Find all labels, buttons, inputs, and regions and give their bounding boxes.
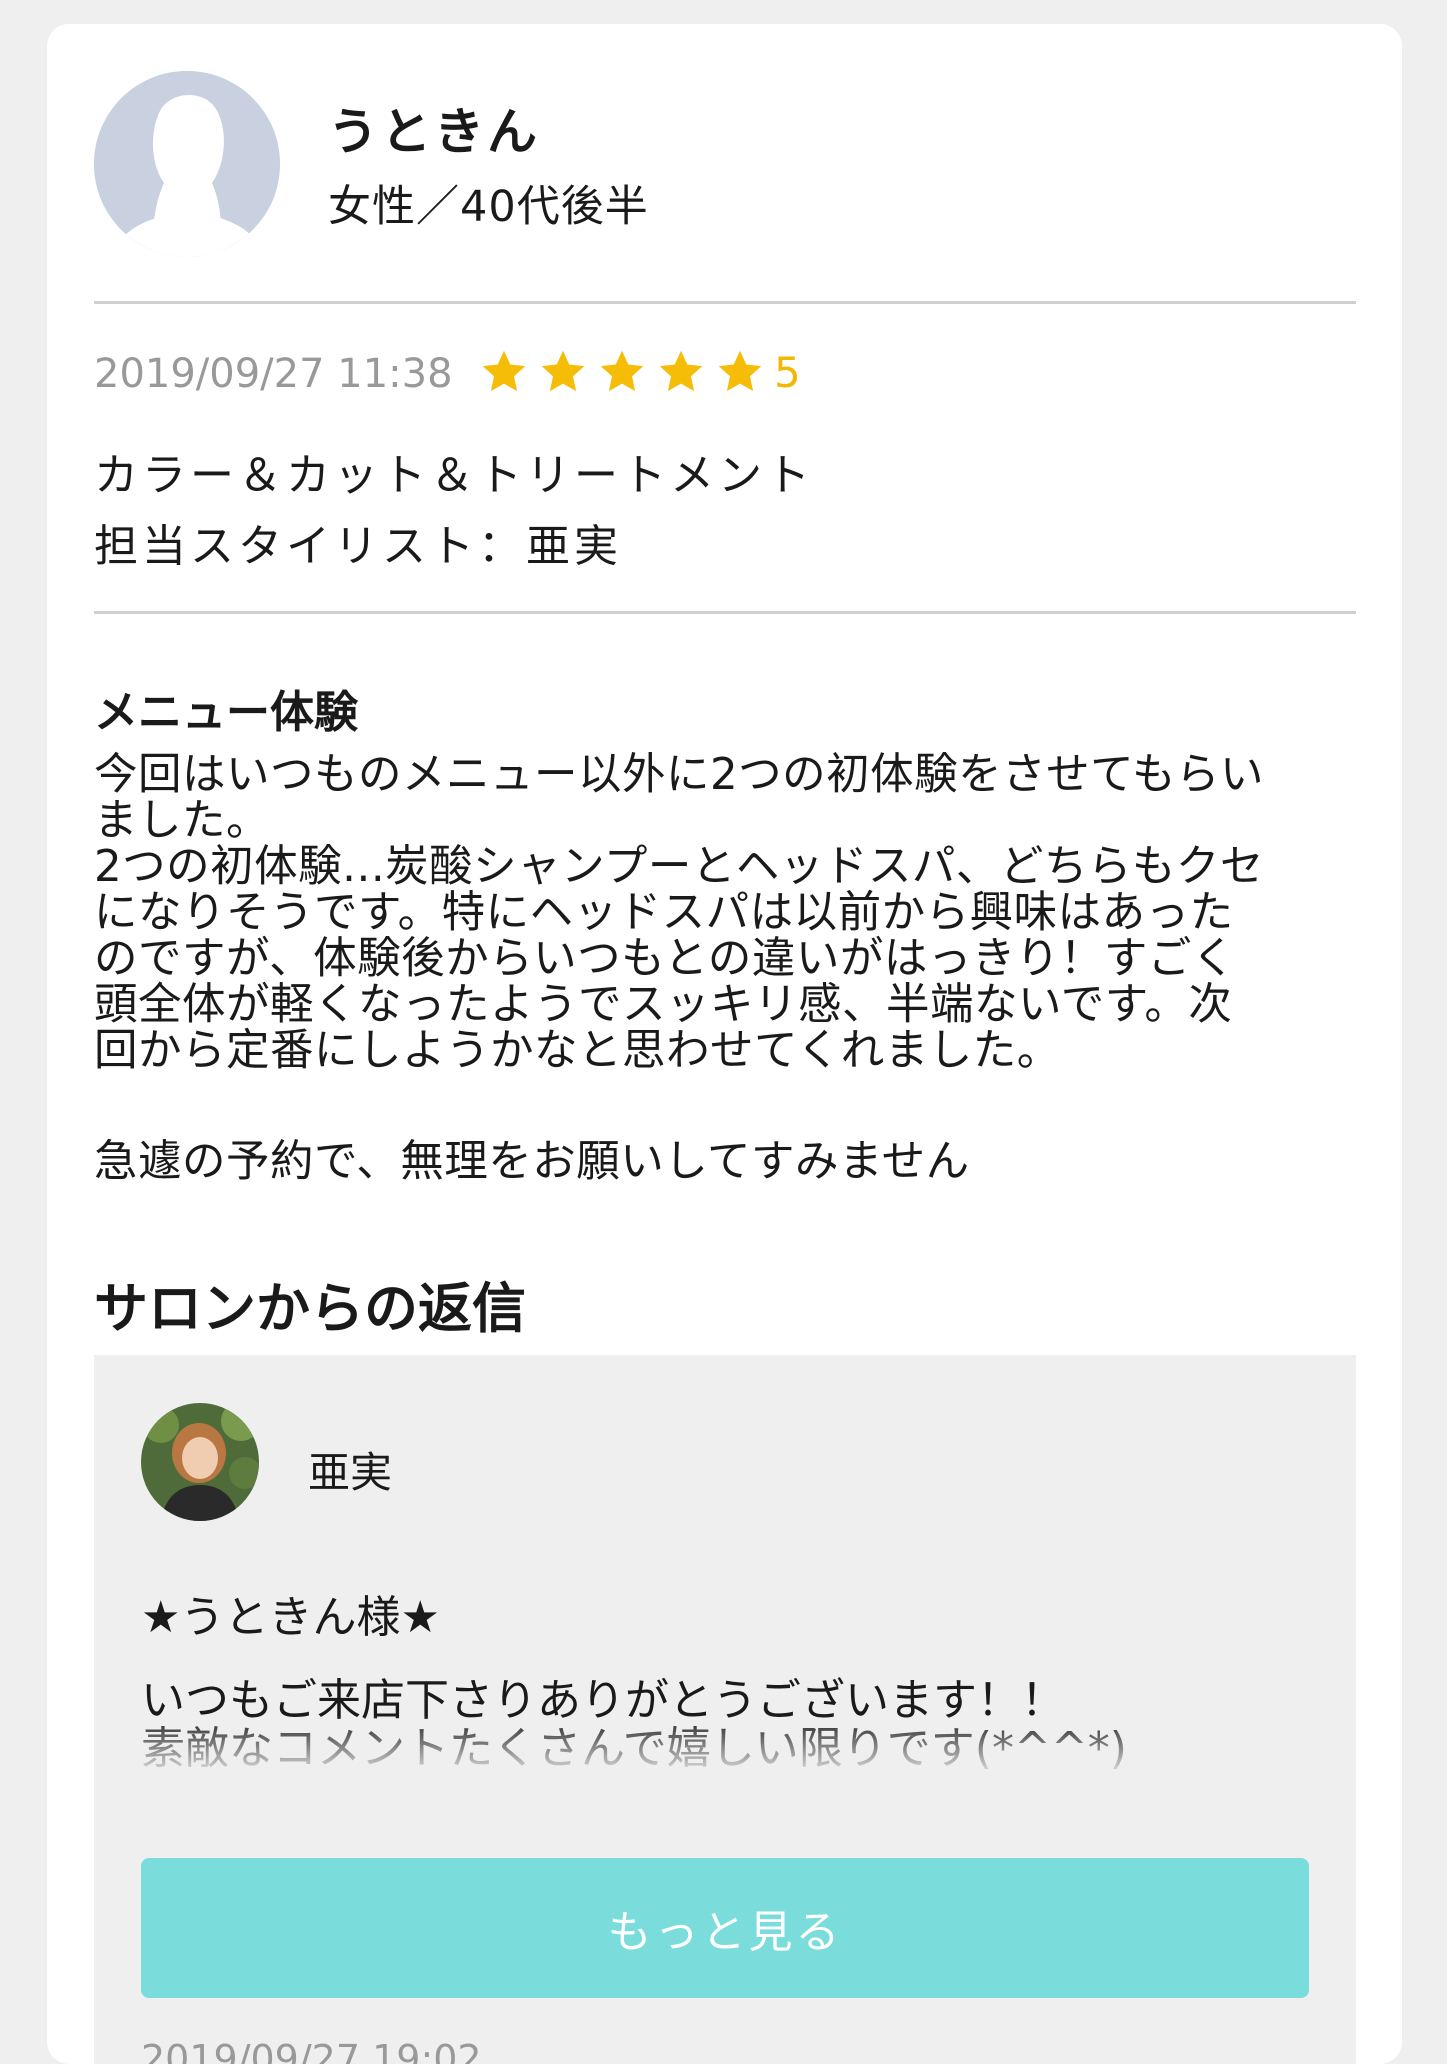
assigned-stylist: 担当スタイリスト：亜実: [94, 521, 622, 572]
user-demographics: 女性／40代後半: [328, 182, 649, 232]
service-menu: カラー＆カット＆トリートメント: [94, 450, 814, 501]
stylist-avatar: [141, 1403, 259, 1521]
salon-reply: 亜実 ★うときん様★ いつもご来店下さりありがとうございます！！ 素敵なコメント…: [94, 1355, 1356, 2064]
star-icon: [541, 350, 585, 392]
reply-heading: サロンからの返信: [94, 1277, 526, 1340]
review-title: メニュー体験: [94, 687, 358, 738]
reply-fade-overlay: [94, 1715, 1356, 1775]
review-card: うときん 女性／40代後半 2019/09/27 11:38 5 カラー＆カット…: [47, 24, 1402, 2064]
review-body: 今回はいつものメニュー以外に2つの初体験をさせてもらい ました。 2つの初体験.…: [94, 750, 1264, 1076]
stylist-name: 亜実: [308, 1448, 393, 1497]
star-icon: [600, 350, 644, 392]
reply-timestamp: 2019/09/27 19:02: [141, 2037, 482, 2064]
review-timestamp: 2019/09/27 11:38: [94, 351, 453, 397]
rating-value: 5: [774, 347, 801, 397]
see-more-button[interactable]: もっと見る: [141, 1858, 1309, 1998]
star-icon: [718, 350, 762, 392]
reply-greeting: ★うときん様★: [141, 1592, 440, 1643]
user-avatar-icon: [94, 71, 280, 257]
star-icon: [482, 350, 526, 392]
review-body-closing: 急遽の予約で、無理をお願いしてすみません: [94, 1137, 970, 1187]
rating-stars: 5: [479, 347, 801, 397]
divider: [94, 611, 1356, 614]
star-icon: [659, 350, 703, 392]
user-name: うときん: [328, 103, 540, 161]
divider: [94, 301, 1356, 304]
